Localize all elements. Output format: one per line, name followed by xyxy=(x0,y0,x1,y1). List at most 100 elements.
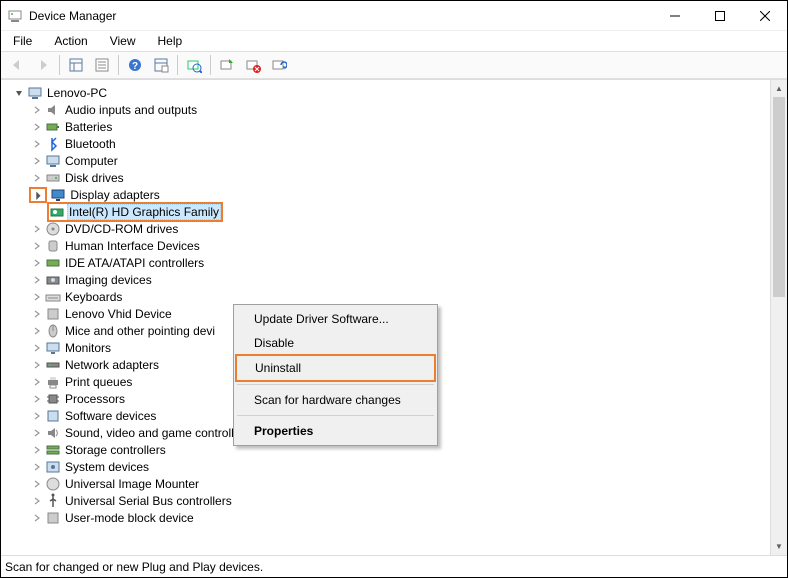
computer-icon xyxy=(27,85,43,101)
mouse-icon xyxy=(45,323,61,339)
app-icon xyxy=(7,8,23,24)
tree-category[interactable]: Imaging devices xyxy=(1,271,770,288)
chevron-right-icon[interactable] xyxy=(31,155,43,167)
tree-root[interactable]: Lenovo-PC xyxy=(1,84,770,101)
chevron-down-icon[interactable] xyxy=(31,189,43,201)
tree-item-label: Monitors xyxy=(65,341,111,355)
tree-item-label: Batteries xyxy=(65,120,112,134)
close-button[interactable] xyxy=(742,1,787,30)
scan-hardware-button[interactable] xyxy=(182,54,206,76)
bluetooth-icon xyxy=(45,136,61,152)
cm-scan-hardware[interactable]: Scan for hardware changes xyxy=(236,388,435,412)
chevron-down-icon[interactable] xyxy=(13,87,25,99)
forward-button xyxy=(31,54,55,76)
chevron-right-icon[interactable] xyxy=(31,104,43,116)
chevron-right-icon[interactable] xyxy=(31,223,43,235)
tree-category[interactable]: System devices xyxy=(1,458,770,475)
chevron-right-icon[interactable] xyxy=(31,444,43,456)
tree-category[interactable]: Universal Serial Bus controllers xyxy=(1,492,770,509)
cm-update-driver[interactable]: Update Driver Software... xyxy=(236,307,435,331)
show-hide-tree-button[interactable] xyxy=(64,54,88,76)
tree-device-selected[interactable]: Intel(R) HD Graphics Family xyxy=(1,203,770,220)
tree-category[interactable]: Batteries xyxy=(1,118,770,135)
tree-item-label: Intel(R) HD Graphics Family xyxy=(67,204,221,220)
chevron-right-icon[interactable] xyxy=(31,308,43,320)
help-button[interactable]: ? xyxy=(123,54,147,76)
block-icon xyxy=(45,510,61,526)
chevron-right-icon[interactable] xyxy=(31,257,43,269)
scroll-thumb[interactable] xyxy=(773,97,785,297)
tree-item-label: Keyboards xyxy=(65,290,122,304)
network-icon xyxy=(45,357,61,373)
tree-category[interactable]: User-mode block device xyxy=(1,509,770,526)
sound-icon xyxy=(45,425,61,441)
tree-item-label: Mice and other pointing devi xyxy=(65,324,215,338)
dvd-icon xyxy=(45,221,61,237)
ide-icon xyxy=(45,255,61,271)
tree-item-label: Processors xyxy=(65,392,125,406)
chevron-right-icon[interactable] xyxy=(31,410,43,422)
disable-device-button[interactable] xyxy=(267,54,291,76)
chevron-right-icon[interactable] xyxy=(31,359,43,371)
cm-separator xyxy=(237,384,434,385)
chevron-right-icon[interactable] xyxy=(31,376,43,388)
display-icon xyxy=(50,187,66,203)
chevron-right-icon[interactable] xyxy=(31,495,43,507)
tree-category[interactable]: Universal Image Mounter xyxy=(1,475,770,492)
properties-button[interactable] xyxy=(90,54,114,76)
keyboard-icon xyxy=(45,289,61,305)
scroll-down-arrow[interactable]: ▼ xyxy=(771,538,787,555)
menu-action[interactable]: Action xyxy=(50,32,91,50)
chevron-right-icon[interactable] xyxy=(31,478,43,490)
cm-properties[interactable]: Properties xyxy=(236,419,435,443)
minimize-button[interactable] xyxy=(652,1,697,30)
menu-file[interactable]: File xyxy=(9,32,36,50)
chevron-right-icon[interactable] xyxy=(31,427,43,439)
menu-help[interactable]: Help xyxy=(154,32,187,50)
print-icon xyxy=(45,374,61,390)
hid-icon xyxy=(45,238,61,254)
tree-item-label: Lenovo Vhid Device xyxy=(65,307,172,321)
chevron-right-icon[interactable] xyxy=(31,274,43,286)
tree-category[interactable]: Keyboards xyxy=(1,288,770,305)
menu-view[interactable]: View xyxy=(106,32,140,50)
maximize-button[interactable] xyxy=(697,1,742,30)
tree-category[interactable]: Human Interface Devices xyxy=(1,237,770,254)
chevron-right-icon[interactable] xyxy=(31,291,43,303)
disk-icon xyxy=(45,170,61,186)
menubar: File Action View Help xyxy=(1,31,787,51)
chevron-right-icon[interactable] xyxy=(31,512,43,524)
uninstall-device-button[interactable] xyxy=(241,54,265,76)
tree-category[interactable]: IDE ATA/ATAPI controllers xyxy=(1,254,770,271)
statusbar: Scan for changed or new Plug and Play de… xyxy=(1,555,787,577)
tree-item-label: System devices xyxy=(65,460,149,474)
chevron-right-icon[interactable] xyxy=(31,138,43,150)
chevron-right-icon[interactable] xyxy=(31,325,43,337)
chevron-right-icon[interactable] xyxy=(31,172,43,184)
tree-item-label: DVD/CD-ROM drives xyxy=(65,222,178,236)
chevron-right-icon[interactable] xyxy=(31,342,43,354)
vertical-scrollbar[interactable]: ▲ ▼ xyxy=(770,80,787,555)
scroll-up-arrow[interactable]: ▲ xyxy=(771,80,787,97)
chevron-right-icon[interactable] xyxy=(31,121,43,133)
update-driver-button[interactable] xyxy=(215,54,239,76)
tree-item-label: Print queues xyxy=(65,375,132,389)
system-icon xyxy=(45,459,61,475)
chevron-right-icon[interactable] xyxy=(31,461,43,473)
window-controls xyxy=(652,1,787,30)
tree-category[interactable]: Computer xyxy=(1,152,770,169)
toolbar-sep xyxy=(118,55,119,75)
tree-item-label: Universal Serial Bus controllers xyxy=(65,494,232,508)
tree-item-label: Sound, video and game controllers xyxy=(65,426,250,440)
cm-disable[interactable]: Disable xyxy=(236,331,435,355)
tree-category[interactable]: Display adapters xyxy=(1,186,770,203)
tree-category[interactable]: Bluetooth xyxy=(1,135,770,152)
chevron-right-icon[interactable] xyxy=(31,393,43,405)
tree-category[interactable]: Disk drives xyxy=(1,169,770,186)
cm-uninstall[interactable]: Uninstall xyxy=(237,356,434,380)
tree-category[interactable]: Audio inputs and outputs xyxy=(1,101,770,118)
tree-category[interactable]: DVD/CD-ROM drives xyxy=(1,220,770,237)
chevron-right-icon[interactable] xyxy=(31,240,43,252)
action-menu-button[interactable] xyxy=(149,54,173,76)
tree-item-label: Computer xyxy=(65,154,118,168)
